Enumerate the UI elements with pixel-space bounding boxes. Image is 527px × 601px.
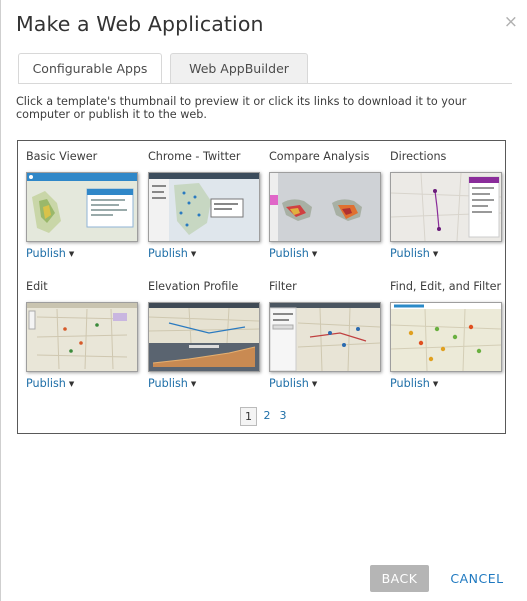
- close-icon[interactable]: ×: [504, 14, 518, 31]
- template-title: Directions: [390, 150, 447, 163]
- caret-down-icon: ▼: [68, 250, 75, 258]
- basic-viewer-preview: [27, 173, 137, 241]
- publish-label: Publish: [26, 377, 66, 390]
- template-title: Basic Viewer: [26, 150, 98, 163]
- caret-down-icon: ▼: [190, 380, 197, 388]
- filter-preview: [270, 303, 380, 371]
- publish-label: Publish: [269, 247, 309, 260]
- cancel-button[interactable]: CANCEL: [447, 565, 507, 592]
- publish-label: Publish: [148, 377, 188, 390]
- back-button[interactable]: BACK: [370, 565, 429, 592]
- template-title: Find, Edit, and Filter: [390, 280, 502, 293]
- dialog-title: Make a Web Application: [16, 12, 264, 36]
- caret-down-icon: ▼: [68, 380, 75, 388]
- template-thumbnail[interactable]: [148, 172, 260, 242]
- template-title: Compare Analysis: [269, 150, 370, 163]
- publish-label: Publish: [390, 247, 430, 260]
- template-title: Chrome - Twitter: [148, 150, 241, 163]
- template-thumbnail[interactable]: [269, 172, 381, 242]
- page-3[interactable]: 3: [277, 407, 289, 426]
- publish-dropdown[interactable]: Publish ▼: [26, 377, 74, 390]
- page-2[interactable]: 2: [261, 407, 273, 426]
- publish-dropdown[interactable]: Publish ▼: [269, 247, 317, 260]
- template-thumbnail[interactable]: [26, 302, 138, 372]
- publish-dropdown[interactable]: Publish ▼: [26, 247, 74, 260]
- template-thumbnail[interactable]: [148, 302, 260, 372]
- directions-preview: [391, 173, 501, 241]
- publish-label: Publish: [269, 377, 309, 390]
- publish-label: Publish: [148, 247, 188, 260]
- template-thumbnail[interactable]: [390, 302, 502, 372]
- publish-dropdown[interactable]: Publish ▼: [269, 377, 317, 390]
- template-thumbnail[interactable]: [269, 302, 381, 372]
- compare-analysis-preview: [270, 173, 380, 241]
- find-edit-filter-preview: [391, 303, 501, 371]
- tab-configurable-apps[interactable]: Configurable Apps: [18, 53, 162, 84]
- caret-down-icon: ▼: [432, 380, 439, 388]
- page-1[interactable]: 1: [240, 407, 257, 426]
- chrome-twitter-preview: [149, 173, 259, 241]
- publish-label: Publish: [26, 247, 66, 260]
- publish-dropdown[interactable]: Publish ▼: [390, 247, 438, 260]
- publish-dropdown[interactable]: Publish ▼: [148, 377, 196, 390]
- template-gallery: Basic Viewer Publish ▼ Chrome - Twitter …: [17, 140, 506, 434]
- template-thumbnail[interactable]: [390, 172, 502, 242]
- template-title: Elevation Profile: [148, 280, 239, 293]
- make-web-app-dialog: Make a Web Application × Configurable Ap…: [0, 0, 527, 601]
- edit-preview: [27, 303, 137, 371]
- publish-dropdown[interactable]: Publish ▼: [390, 377, 438, 390]
- template-title: Filter: [269, 280, 297, 293]
- caret-down-icon: ▼: [432, 250, 439, 258]
- elevation-profile-preview: [149, 303, 259, 371]
- instructions-text: Click a template's thumbnail to preview …: [16, 95, 467, 121]
- template-title: Edit: [26, 280, 48, 293]
- caret-down-icon: ▼: [311, 380, 318, 388]
- publish-label: Publish: [390, 377, 430, 390]
- tab-web-appbuilder[interactable]: Web AppBuilder: [170, 53, 308, 84]
- caret-down-icon: ▼: [190, 250, 197, 258]
- template-thumbnail[interactable]: [26, 172, 138, 242]
- caret-down-icon: ▼: [311, 250, 318, 258]
- publish-dropdown[interactable]: Publish ▼: [148, 247, 196, 260]
- tab-divider: [18, 83, 512, 84]
